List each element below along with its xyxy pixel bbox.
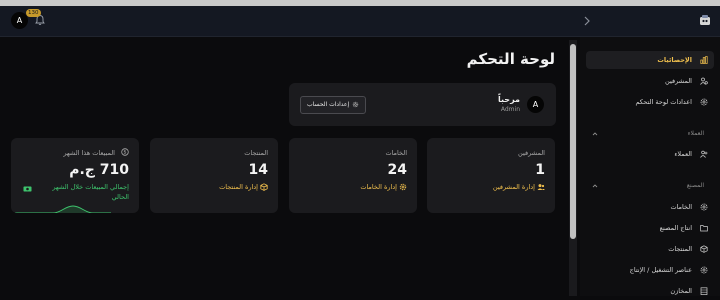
top-header: A 130 [0,6,720,37]
gear-icon [700,203,708,211]
stat-label: المنتجات [244,149,268,157]
scrollbar-thumb[interactable] [570,44,576,239]
chart-bars-icon [700,56,708,64]
box-icon [260,183,268,191]
dollar-circle-icon: $ [121,148,129,156]
main-scrollbar[interactable] [569,40,577,296]
sidebar-item-label: اعدادات لوحة التحكم [635,98,692,106]
settings-icon [700,98,708,106]
sidebar-item-label: الخامات [670,203,692,211]
user-role: Admin [500,106,520,113]
sidebar-item-label: عناصر التشغيل / الإنتاج [629,266,692,274]
chevron-up-icon [592,184,598,188]
sidebar-item-supervisors[interactable]: المشرفين [586,72,714,90]
sidebar-group-title: المصنع [686,182,704,189]
link-label: إدارة الخامات [360,183,397,191]
sales-description: إجمالي المبيعات خلال الشهر الحالي [52,183,129,201]
stat-card-supervisors: المشرفين 1 إدارة المشرفين [427,138,555,213]
sales-sparkline [15,205,111,213]
chevron-up-icon [592,132,598,136]
sidebar-item-dashboard-settings[interactable]: اعدادات لوحة التحكم [586,93,714,111]
link-label: إدارة المشرفين [492,183,535,191]
sidebar-item-operating-elements[interactable]: عناصر التشغيل / الإنتاج [586,261,714,279]
box-icon [700,245,708,253]
welcome-greeting: مرحباً [498,95,520,104]
sidebar: الإحصائيات المشرفين اعدادات لوحة التحكم … [580,37,720,296]
link-label: إدارة المنتجات [219,183,258,191]
sidebar-item-customers[interactable]: العملاء [586,145,714,163]
stat-value: 24 [387,162,407,178]
sidebar-item-label: الإحصائيات [657,56,692,64]
notification-badge: 130 [26,9,41,17]
gear-icon [352,101,359,108]
stat-value: 14 [248,162,268,178]
stat-card-materials: الخامات 24 إدارة الخامات [289,138,417,213]
users-icon [537,184,545,190]
stat-label: المشرفين [518,149,545,157]
sidebar-group-title: العملاء [687,130,704,137]
page-title: لوحة التحكم [466,50,555,68]
sidebar-item-warehouses[interactable]: المخازن [586,282,714,300]
money-icon [23,186,32,192]
sidebar-item-label: انتاج المصنع [659,224,692,232]
sidebar-item-label: العملاء [674,150,692,158]
welcome-avatar: A [527,96,544,113]
sidebar-item-products[interactable]: المنتجات [586,240,714,258]
account-settings-button[interactable]: إعدادات الحساب [300,96,367,114]
stat-card-sales: $ المبيعات هذا الشهر 710 ج.م إجمالي المب… [11,138,139,213]
sidebar-item-label: المنتجات [668,245,692,253]
chevron-right-icon[interactable] [583,16,591,26]
sidebar-item-materials[interactable]: الخامات [586,198,714,216]
sidebar-item-label: المخازن [670,287,692,295]
stat-label: الخامات [385,149,407,157]
sidebar-group-factory[interactable]: المصنع [586,180,714,192]
folder-icon [700,225,708,232]
manage-materials-link[interactable]: إدارة الخامات [360,183,407,191]
warehouse-icon [700,287,708,295]
stat-value: 1 [535,162,545,178]
account-settings-label: إعدادات الحساب [307,101,350,108]
cog-icon [700,266,708,274]
logo-icon[interactable] [699,14,711,26]
users-cog-icon [700,77,708,85]
sidebar-item-label: المشرفين [665,77,692,85]
welcome-card: A مرحباً Admin إعدادات الحساب [289,83,556,126]
sidebar-item-statistics[interactable]: الإحصائيات [586,51,714,69]
sidebar-item-factory-production[interactable]: انتاج المصنع [586,219,714,237]
stat-label: المبيعات هذا الشهر [63,149,115,157]
gear-icon [399,183,407,191]
manage-supervisors-link[interactable]: إدارة المشرفين [493,183,545,191]
manage-products-link[interactable]: إدارة المنتجات [219,183,268,191]
sidebar-group-customers[interactable]: العملاء [586,128,714,140]
welcome-text: مرحباً Admin [498,95,520,113]
customers-icon [700,150,708,158]
stat-value: 710 ج.م [69,162,129,178]
svg-text:$: $ [123,150,126,156]
stat-card-products: المنتجات 14 إدارة المنتجات [150,138,278,213]
